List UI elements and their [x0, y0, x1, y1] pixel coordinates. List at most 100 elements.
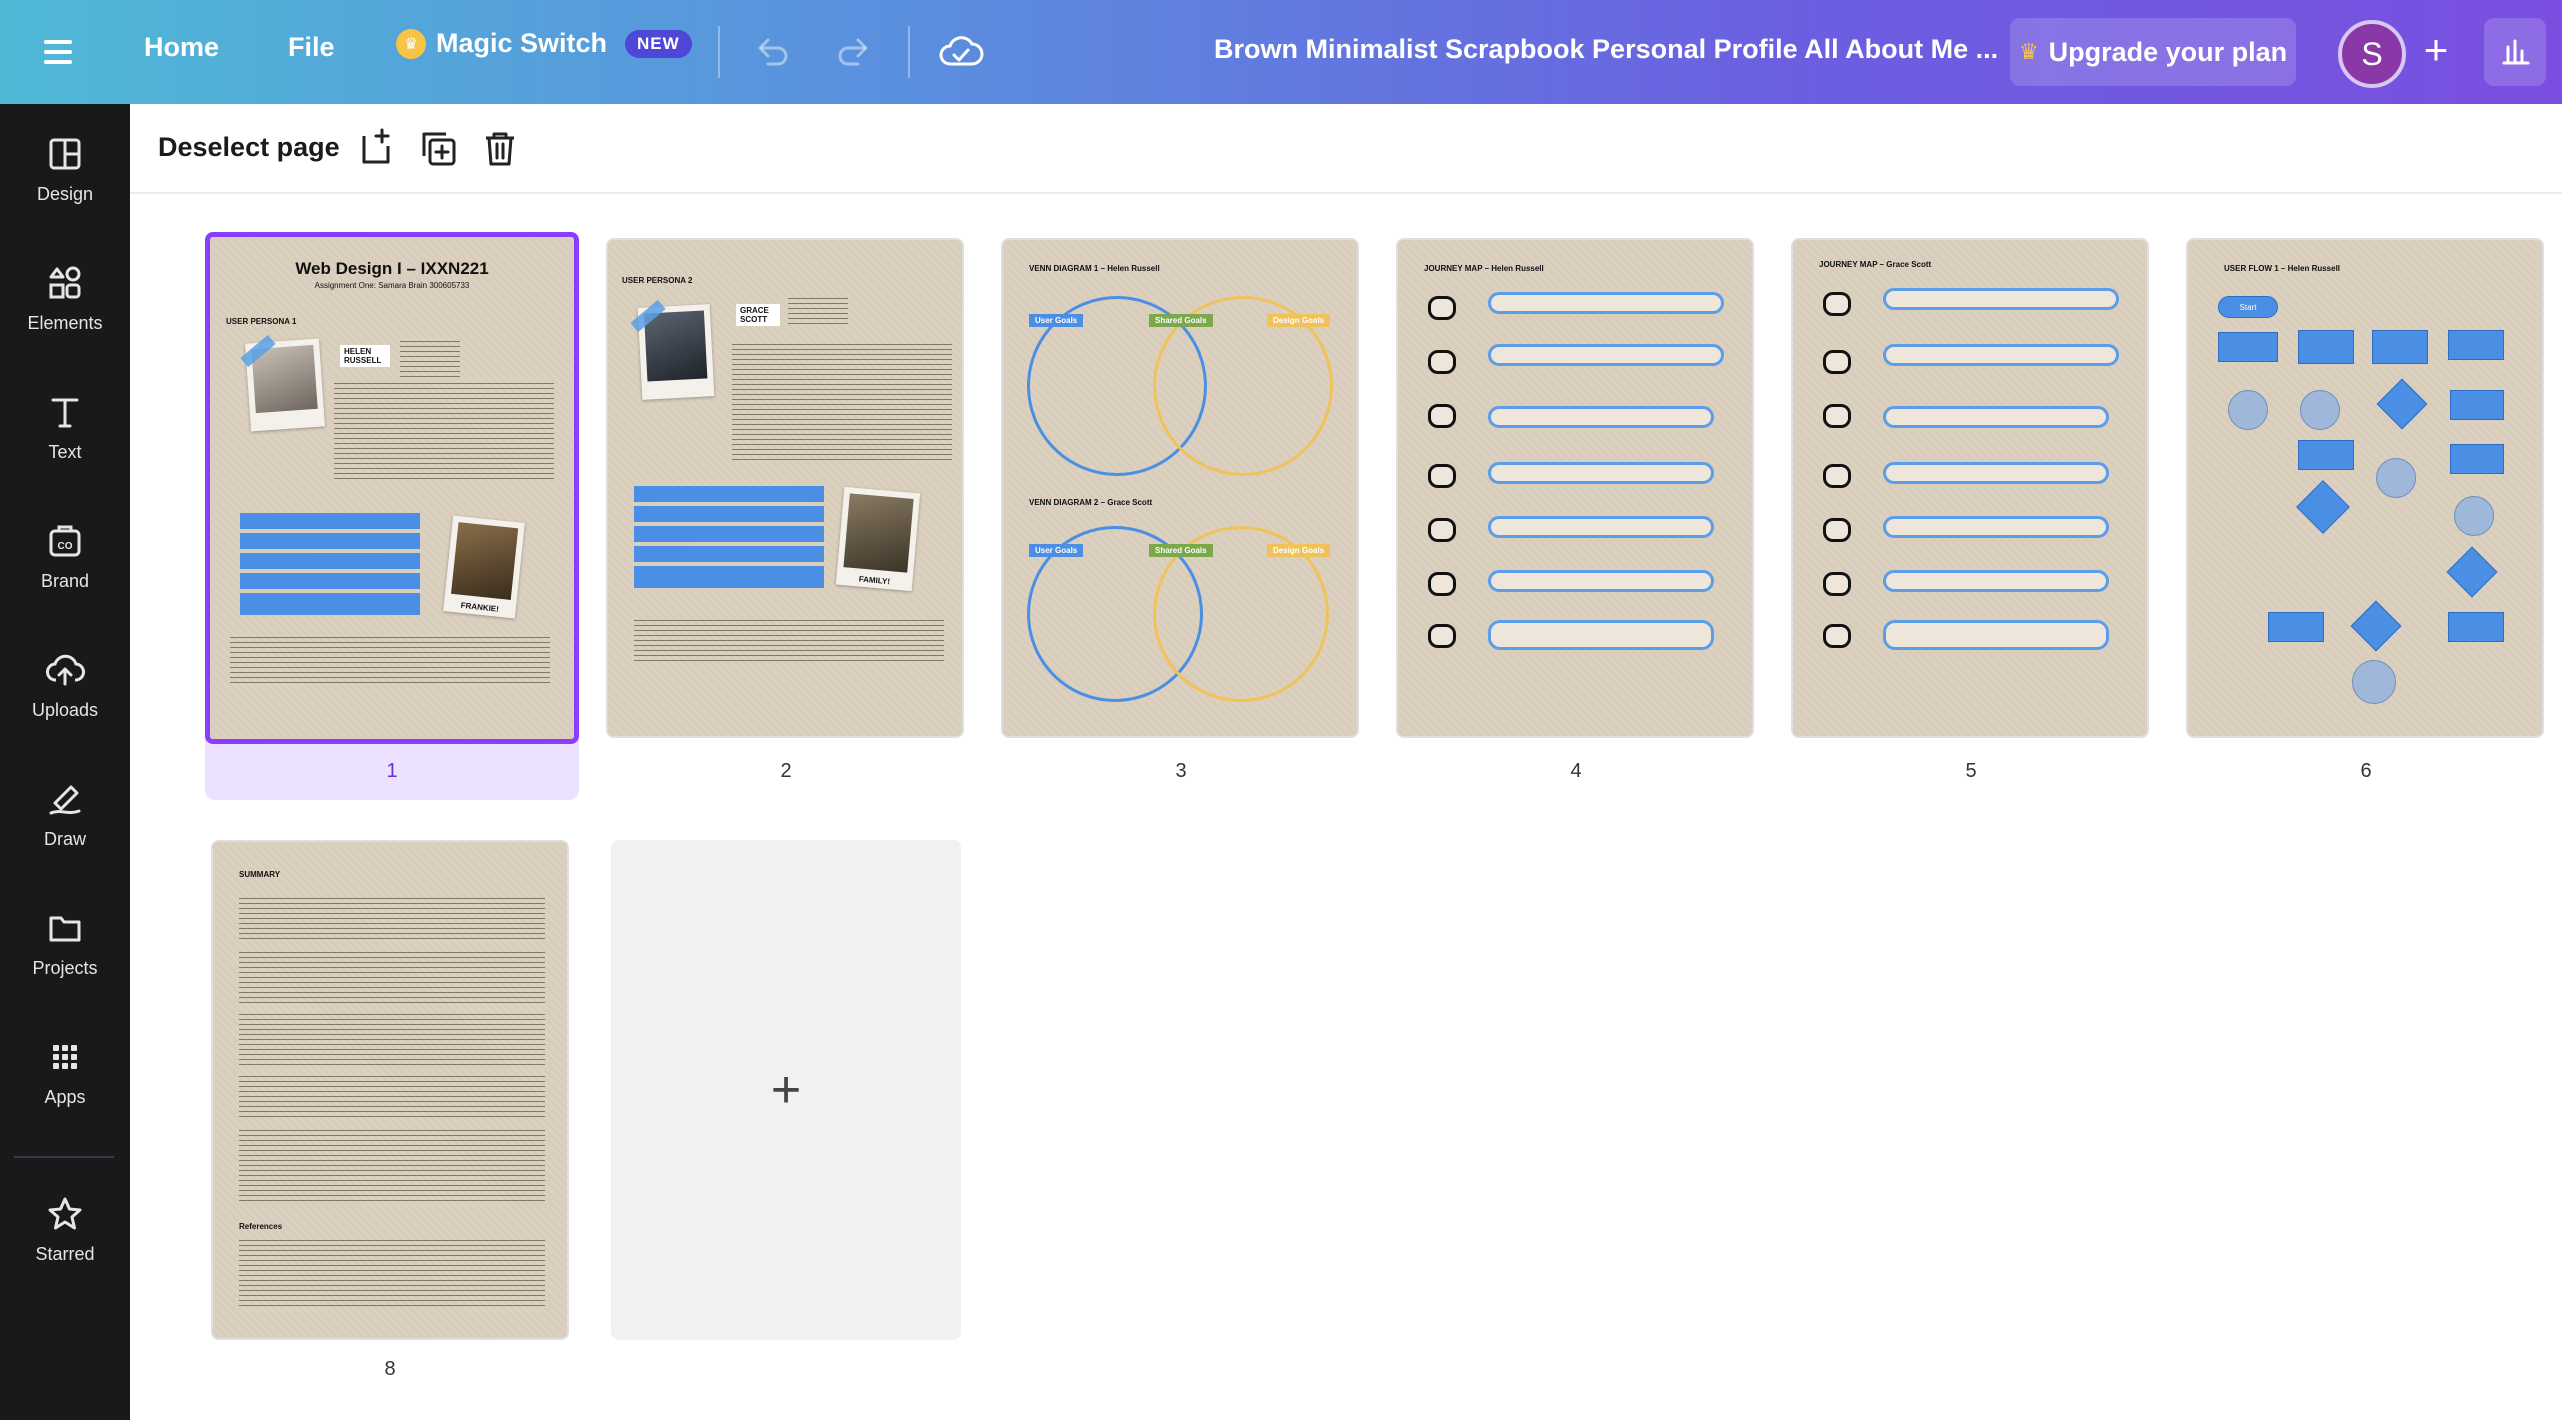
bar-chart-icon — [2502, 39, 2530, 65]
undo-icon[interactable] — [750, 30, 794, 74]
left-sidebar: Design Elements Text CO Brand Uploads Dr… — [0, 104, 130, 1420]
section-heading: USER PERSONA 1 — [226, 317, 297, 326]
page-number: 3 — [1175, 760, 1187, 782]
top-bar: Home File ♛ Magic Switch NEW Brown Minim… — [0, 0, 2562, 104]
body-text — [732, 344, 952, 464]
body-text — [239, 1130, 545, 1204]
flow-decision — [2296, 480, 2350, 534]
file-menu[interactable]: File — [288, 32, 335, 63]
info-box — [240, 533, 420, 549]
info-box — [240, 553, 420, 569]
flow-start: Start — [2218, 296, 2278, 318]
sidebar-label: Projects — [32, 958, 98, 978]
journey-step — [1883, 516, 2109, 538]
sidebar-label: Apps — [44, 1087, 86, 1107]
journey-step — [1488, 344, 1724, 366]
page-number: 5 — [1965, 760, 1977, 782]
duplicate-page-icon[interactable] — [416, 126, 460, 170]
journey-step — [1883, 620, 2109, 650]
page-subtitle: Assignment One: Samara Brain 300605733 — [314, 281, 470, 290]
sidebar-item-uploads[interactable]: Uploads — [0, 642, 130, 752]
confused-face-icon — [1823, 350, 1851, 374]
flow-note — [2228, 390, 2268, 430]
page-thumbnail-6[interactable]: USER FLOW 1 – Helen Russell Start — [2186, 238, 2544, 738]
page-thumbnail-2[interactable]: USER PERSONA 2 GRACE SCOTT FAMILY! — [606, 238, 964, 738]
uploads-icon — [46, 654, 85, 686]
sidebar-item-starred[interactable]: Starred — [0, 1186, 130, 1296]
design-goals-label: Design Goals — [1267, 544, 1331, 557]
family-photo: FAMILY! — [835, 486, 921, 592]
draw-icon — [49, 785, 81, 815]
page-thumbnail-3[interactable]: VENN DIAGRAM 1 – Helen Russell User Goal… — [1001, 238, 1359, 738]
sidebar-item-brand[interactable]: CO Brand — [0, 513, 130, 623]
confused-face-icon — [1428, 404, 1456, 428]
body-text — [239, 1076, 545, 1120]
user-goals-label: User Goals — [1029, 544, 1084, 557]
add-collaborator-button[interactable]: + — [2408, 22, 2464, 82]
home-link[interactable]: Home — [144, 32, 219, 63]
add-page-icon[interactable] — [354, 126, 398, 170]
add-page-button[interactable]: + — [611, 840, 961, 1340]
upgrade-plan-button[interactable]: ♛ Upgrade your plan — [2010, 18, 2296, 86]
flow-box — [2298, 440, 2354, 470]
insights-button[interactable] — [2484, 18, 2546, 86]
photo-caption: FAMILY! — [858, 574, 891, 587]
magic-switch-button[interactable]: ♛ Magic Switch NEW — [396, 28, 692, 59]
sidebar-item-draw[interactable]: Draw — [0, 771, 130, 881]
info-box — [240, 593, 420, 615]
flow-decision — [2376, 378, 2428, 430]
journey-step — [1488, 570, 1714, 592]
redo-icon[interactable] — [832, 30, 876, 74]
cloud-saved-icon[interactable] — [938, 30, 984, 74]
section-heading: SUMMARY — [239, 870, 281, 879]
hamburger-menu-icon[interactable] — [44, 34, 84, 70]
delete-page-icon[interactable] — [478, 126, 522, 170]
divider — [908, 26, 910, 78]
happy-face-icon — [1823, 624, 1851, 648]
sidebar-item-text[interactable]: Text — [0, 384, 130, 494]
shared-goals-label: Shared Goals — [1149, 314, 1213, 327]
page-thumbnail-1[interactable]: Web Design I – IXXN221 Assignment One: S… — [205, 232, 579, 744]
name-tag: HELEN RUSSELL — [340, 345, 390, 367]
confused-face-icon — [1428, 350, 1456, 374]
photo-caption: FRANKIE! — [460, 600, 500, 614]
new-badge: NEW — [625, 29, 692, 58]
deselect-page-button[interactable]: Deselect page — [158, 132, 340, 163]
confused-face-icon — [1823, 404, 1851, 428]
journey-step — [1488, 292, 1724, 314]
sidebar-item-apps[interactable]: Apps — [0, 1029, 130, 1139]
pet-photo: FRANKIE! — [443, 515, 525, 619]
magic-switch-label: Magic Switch — [436, 28, 608, 58]
info-box — [634, 486, 824, 502]
info-box — [634, 566, 824, 588]
star-icon — [48, 1197, 82, 1230]
page-number: 1 — [386, 760, 398, 782]
page-number: 8 — [384, 1358, 396, 1380]
user-avatar[interactable]: S — [2338, 20, 2406, 88]
user-goals-label: User Goals — [1029, 314, 1084, 327]
upgrade-label: Upgrade your plan — [2048, 36, 2288, 67]
page-toolbar: Deselect page — [130, 104, 2562, 194]
sidebar-label: Draw — [43, 829, 86, 849]
info-box — [240, 513, 420, 529]
section-heading: VENN DIAGRAM 2 – Grace Scott — [1029, 498, 1153, 507]
happy-face-icon — [1428, 572, 1456, 596]
page-number: 6 — [2360, 760, 2372, 782]
persona-details — [788, 298, 848, 328]
flow-box — [2218, 332, 2278, 362]
body-text — [239, 1014, 545, 1068]
page-thumbnail-5[interactable]: JOURNEY MAP – Grace Scott — [1791, 238, 2149, 738]
shared-goals-label: Shared Goals — [1149, 544, 1213, 557]
sidebar-item-projects[interactable]: Projects — [0, 900, 130, 1010]
document-title[interactable]: Brown Minimalist Scrapbook Personal Prof… — [1214, 34, 1998, 65]
page-thumbnail-8[interactable]: SUMMARY References — [211, 840, 569, 1340]
body-text — [239, 952, 545, 1006]
page-thumbnail-4[interactable]: JOURNEY MAP – Helen Russell — [1396, 238, 1754, 738]
sidebar-item-design[interactable]: Design — [0, 126, 130, 236]
sidebar-item-elements[interactable]: Elements — [0, 255, 130, 365]
page-title: Web Design I – IXXN221 — [295, 259, 489, 278]
flow-box — [2448, 612, 2504, 642]
section-heading: USER PERSONA 2 — [622, 276, 693, 285]
info-box — [634, 506, 824, 522]
sidebar-label: Brand — [40, 571, 90, 591]
